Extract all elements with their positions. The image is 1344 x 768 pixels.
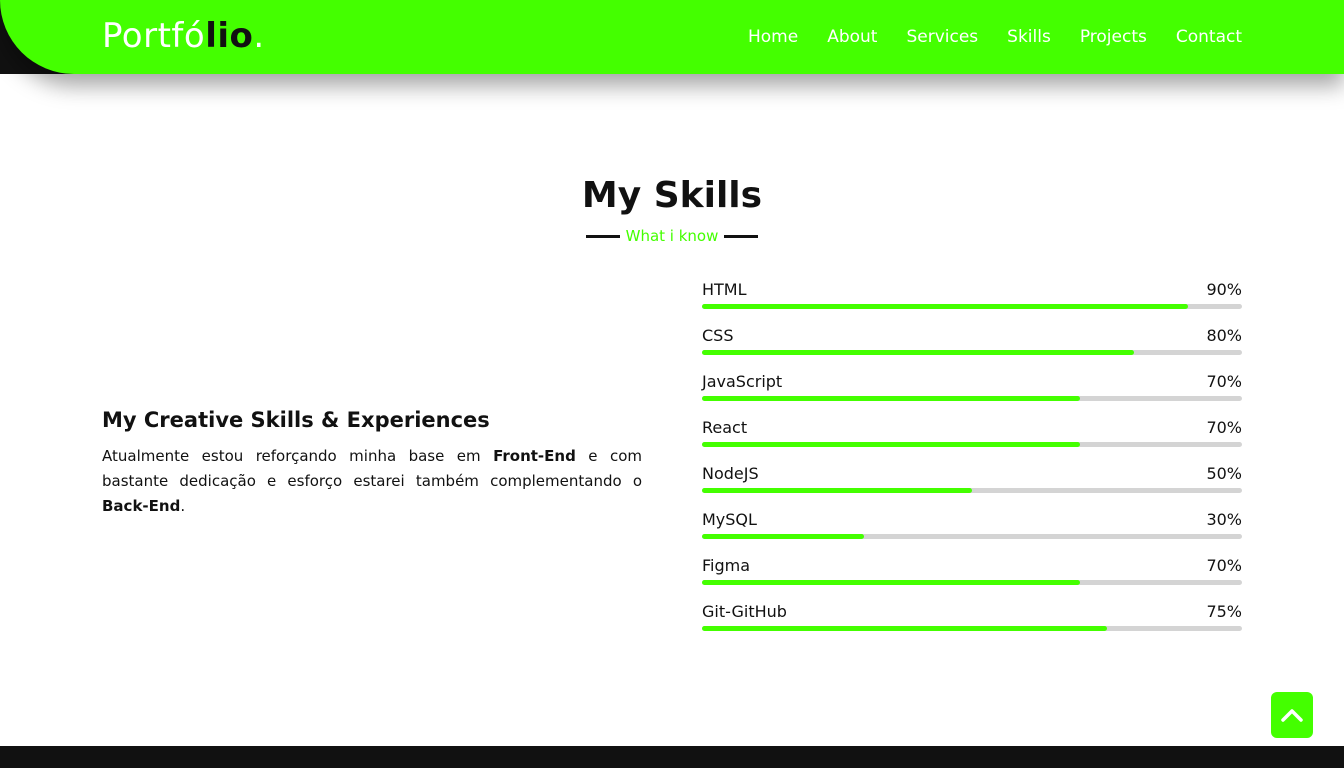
skill-name: React [702,417,748,437]
skill-bar-track [702,488,1242,493]
skill-name: NodeJS [702,463,759,483]
skill-item: CSS 80% [702,324,1242,370]
intro-text-after: . [180,497,186,515]
skill-bar-track [702,396,1242,401]
nav-item-skills[interactable]: Skills [1007,26,1051,48]
nav-item-contact[interactable]: Contact [1176,26,1242,48]
skill-name: Git-GitHub [702,601,787,621]
logo-dot: . [253,16,265,56]
intro-bold-backend: Back-End [102,497,181,515]
skill-bar-track [702,304,1242,309]
skill-bar-fill [702,580,1080,585]
intro-text-before: Atualmente estou reforçando minha base e… [102,447,494,465]
skill-percent: 80% [1206,325,1242,345]
skill-bar-fill [702,626,1107,631]
nav-item-about[interactable]: About [827,26,877,48]
section-subtitle-row: What i know [0,226,1344,246]
skill-bar-fill [702,534,864,539]
skill-item: MySQL 30% [702,508,1242,554]
skills-list: HTML 90% CSS 80% JavaScript 70% React 70% No… [702,278,1242,646]
skill-bar-fill [702,488,972,493]
skill-item: Git-GitHub 75% [702,600,1242,646]
skill-bar-track [702,534,1242,539]
navbar: Portfólio. Home About Services Skills Pr… [0,0,1344,74]
skill-name: JavaScript [702,371,783,391]
logo[interactable]: Portfólio. [102,16,265,56]
nav-menu: Home About Services Skills Projects Cont… [719,26,1242,48]
chevron-up-icon [1281,709,1303,722]
skills-intro: My Creative Skills & Experiences Atualme… [102,406,642,519]
skill-name: CSS [702,325,734,345]
skill-bar-track [702,580,1242,585]
skill-bar-fill [702,396,1080,401]
scroll-top-button[interactable] [1271,692,1313,738]
skill-bar-track [702,442,1242,447]
skill-percent: 70% [1206,371,1242,391]
section-subtitle: What i know [625,227,719,245]
skill-percent: 30% [1206,509,1242,529]
nav-item-services[interactable]: Services [906,26,978,48]
logo-main: Portfó [102,16,206,56]
skill-percent: 70% [1206,417,1242,437]
skill-percent: 50% [1206,463,1242,483]
logo-accent: lio [205,16,254,56]
skill-item: Figma 70% [702,554,1242,600]
skill-item: NodeJS 50% [702,462,1242,508]
subtitle-rule-right [724,234,759,238]
skill-percent: 90% [1206,279,1242,299]
subtitle-rule-left [585,234,620,238]
skill-name: HTML [702,279,747,299]
intro-bold-frontend: Front-End [493,447,576,465]
skill-bar-fill [702,350,1134,355]
skill-bar-fill [702,304,1188,309]
skill-item: React 70% [702,416,1242,462]
footer-strip [0,746,1344,768]
nav-item-home[interactable]: Home [748,26,798,48]
skill-bar-track [702,350,1242,355]
intro-text: Atualmente estou reforçando minha base e… [102,444,642,519]
skill-percent: 75% [1206,601,1242,621]
skill-item: HTML 90% [702,278,1242,324]
intro-heading: My Creative Skills & Experiences [102,408,490,432]
skill-name: MySQL [702,509,757,529]
section-title: My Skills [581,175,763,216]
skill-percent: 70% [1206,555,1242,575]
skill-name: Figma [702,555,751,575]
skill-bar-track [702,626,1242,631]
nav-item-projects[interactable]: Projects [1080,26,1147,48]
skill-item: JavaScript 70% [702,370,1242,416]
skill-bar-fill [702,442,1080,447]
